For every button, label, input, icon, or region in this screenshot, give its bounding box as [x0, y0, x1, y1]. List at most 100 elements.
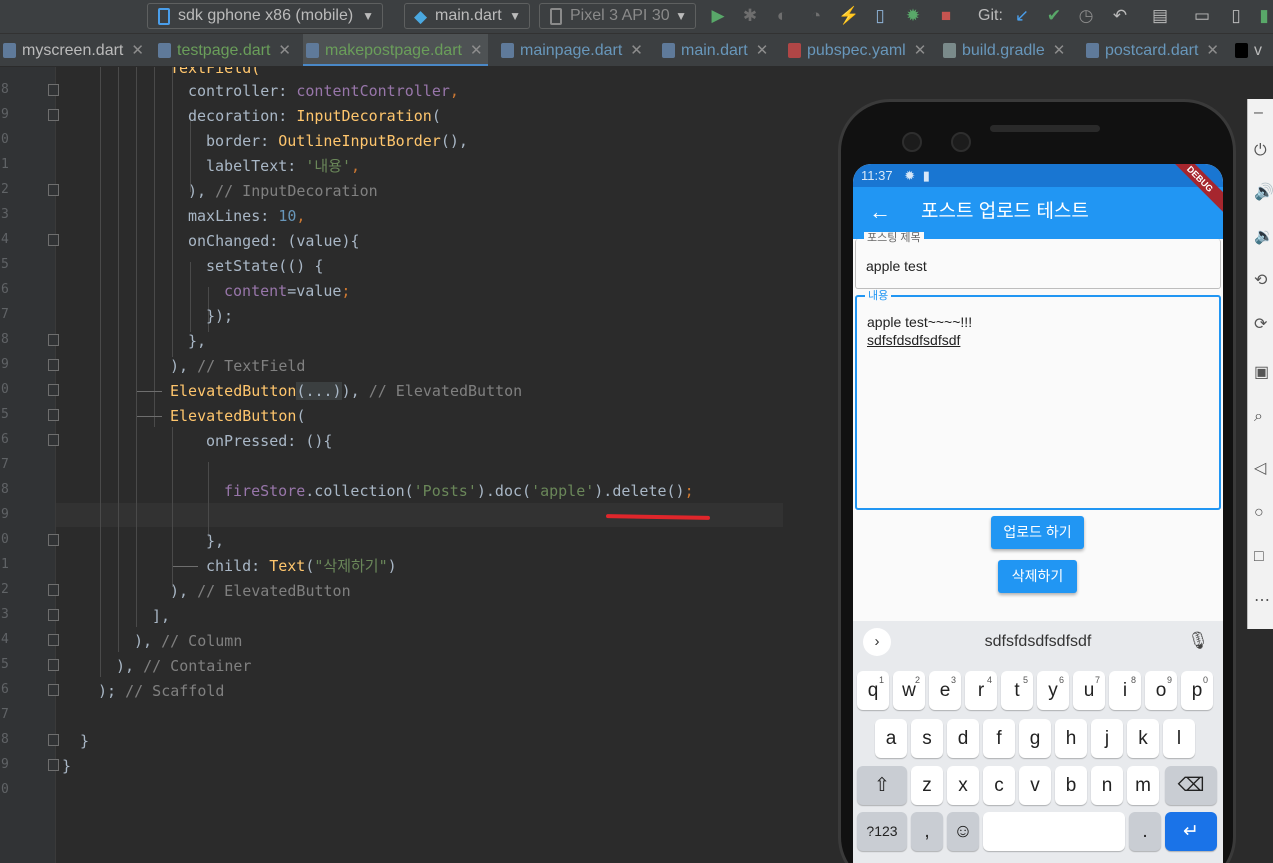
home-icon[interactable]: ○ [1254, 503, 1273, 523]
phone-screen[interactable]: 11:37 ✹ ▮ ← 포스트 업로드 테스트 DEBUG 포스팅 제목 app… [853, 164, 1223, 863]
more-icon[interactable]: ⋯ [1254, 591, 1273, 611]
rollback-icon[interactable]: ↶ [1110, 6, 1130, 26]
tab-makepostpage[interactable]: makepostpage.dart ✕ [303, 34, 488, 66]
fold-marker[interactable] [48, 759, 59, 771]
key-t[interactable]: t5 [1001, 671, 1033, 710]
fold-marker[interactable] [48, 84, 59, 96]
fold-marker[interactable] [48, 234, 59, 246]
rotate-left-icon[interactable]: ⟲ [1254, 271, 1273, 291]
fold-marker[interactable] [48, 534, 59, 546]
debug-icon[interactable]: ✱ [740, 6, 760, 26]
key-h[interactable]: h [1055, 719, 1087, 758]
close-icon[interactable]: ✕ [131, 42, 144, 59]
period-key[interactable]: . [1129, 812, 1161, 851]
suggestion-word[interactable]: sdfsfdsdfsdfsdf [853, 621, 1223, 663]
soft-keyboard[interactable]: › sdfsfdsdfsdfsdf 🎙 q1 w2 e3 r4 t5 y6 u7… [853, 621, 1223, 863]
key-i[interactable]: i8 [1109, 671, 1141, 710]
tab-postcard[interactable]: postcard.dart ✕ [1083, 34, 1219, 66]
shift-key[interactable]: ⇧ [857, 766, 907, 805]
device-selector[interactable]: sdk gphone x86 (mobile) ▼ [147, 3, 383, 29]
enter-key[interactable]: ↵ [1165, 812, 1217, 851]
tab-testpage[interactable]: testpage.dart ✕ [155, 34, 291, 66]
key-u[interactable]: u7 [1073, 671, 1105, 710]
fold-marker[interactable] [48, 409, 59, 421]
rotate-right-icon[interactable]: ⟳ [1254, 315, 1273, 335]
close-icon[interactable]: ✕ [1206, 42, 1219, 59]
fold-marker[interactable] [48, 584, 59, 596]
avd-selector[interactable]: Pixel 3 API 30 ▼ [539, 3, 696, 29]
tab-build-gradle[interactable]: build.gradle ✕ [940, 34, 1066, 66]
key-g[interactable]: g [1019, 719, 1051, 758]
fold-marker[interactable] [48, 384, 59, 396]
key-s[interactable]: s [911, 719, 943, 758]
fold-marker[interactable] [48, 659, 59, 671]
key-f[interactable]: f [983, 719, 1015, 758]
minimize-icon[interactable]: – [1254, 103, 1273, 123]
folded-code[interactable]: (...) [296, 382, 342, 400]
tab-overflow[interactable]: v [1232, 34, 1262, 66]
backspace-key[interactable]: ⌫ [1165, 766, 1217, 805]
content-field[interactable]: 내용 apple test~~~~!!! sdfsfdsdfsdfsdf [855, 290, 1221, 510]
key-v[interactable]: v [1019, 766, 1051, 805]
key-q[interactable]: q1 [857, 671, 889, 710]
emoji-key[interactable]: ☺ [947, 812, 979, 851]
key-m[interactable]: m [1127, 766, 1159, 805]
tab-myscreen[interactable]: myscreen.dart ✕ [0, 34, 144, 66]
key-r[interactable]: r4 [965, 671, 997, 710]
tab-pubspec[interactable]: pubspec.yaml ✕ [785, 34, 927, 66]
key-d[interactable]: d [947, 719, 979, 758]
close-icon[interactable]: ✕ [914, 42, 927, 59]
key-z[interactable]: z [911, 766, 943, 805]
run-icon[interactable]: ▶ [708, 6, 728, 26]
fold-marker[interactable] [48, 634, 59, 646]
key-a[interactable]: a [875, 719, 907, 758]
profile-icon[interactable]: ◔ [806, 6, 826, 26]
comma-key[interactable]: , [911, 812, 943, 851]
project-structure-icon[interactable]: ▤ [1150, 6, 1170, 26]
key-y[interactable]: y6 [1037, 671, 1069, 710]
history-icon[interactable]: ◷ [1076, 6, 1096, 26]
git-update-icon[interactable]: ↙ [1012, 6, 1032, 26]
symbols-key[interactable]: ?123 [857, 812, 907, 851]
space-key[interactable] [983, 812, 1125, 851]
coverage-icon[interactable]: ◐ [772, 6, 792, 26]
hot-reload-icon[interactable]: ⚡ [838, 6, 859, 26]
key-k[interactable]: k [1127, 719, 1159, 758]
fold-marker[interactable] [48, 359, 59, 371]
avd-manager-icon[interactable]: ▮ [1254, 6, 1273, 26]
fold-marker[interactable] [48, 434, 59, 446]
title-field[interactable]: 포스팅 제목 apple test [855, 232, 1221, 289]
code-editor[interactable]: 8 9 0 1 2 3 4 5 6 7 8 9 0 5 6 7 8 9 0 1 … [0, 67, 838, 863]
key-j[interactable]: j [1091, 719, 1123, 758]
fold-marker[interactable] [48, 609, 59, 621]
back-icon[interactable]: ◁ [1254, 459, 1273, 479]
close-icon[interactable]: ✕ [470, 42, 483, 59]
back-arrow-icon[interactable]: ← [869, 199, 891, 225]
key-w[interactable]: w2 [893, 671, 925, 710]
fold-marker[interactable] [48, 334, 59, 346]
fold-marker[interactable] [48, 184, 59, 196]
close-icon[interactable]: ✕ [1053, 42, 1066, 59]
fold-marker[interactable] [48, 109, 59, 121]
stop-icon[interactable]: ■ [936, 6, 956, 26]
close-icon[interactable]: ✕ [756, 42, 769, 59]
key-x[interactable]: x [947, 766, 979, 805]
run-config-selector[interactable]: ◆ main.dart ▼ [404, 3, 530, 29]
key-o[interactable]: o9 [1145, 671, 1177, 710]
fold-marker[interactable] [48, 684, 59, 696]
key-e[interactable]: e3 [929, 671, 961, 710]
tab-mainpage[interactable]: mainpage.dart ✕ [498, 34, 643, 66]
attach-debugger-icon[interactable]: ✹ [903, 6, 923, 26]
upload-button[interactable]: 업로드 하기 [991, 516, 1084, 549]
hot-restart-icon[interactable]: ▯ [870, 6, 890, 26]
close-icon[interactable]: ✕ [630, 42, 643, 59]
key-p[interactable]: p0 [1181, 671, 1213, 710]
zoom-icon[interactable]: ⌕ [1254, 407, 1273, 427]
device-manager-icon[interactable]: ▭ [1192, 6, 1212, 26]
volume-down-icon[interactable]: 🔉 [1254, 227, 1273, 247]
key-b[interactable]: b [1055, 766, 1087, 805]
power-icon[interactable]: ⏻ [1254, 141, 1273, 161]
volume-up-icon[interactable]: 🔊 [1254, 183, 1273, 203]
fold-marker[interactable] [48, 734, 59, 746]
overview-icon[interactable]: □ [1254, 547, 1273, 567]
